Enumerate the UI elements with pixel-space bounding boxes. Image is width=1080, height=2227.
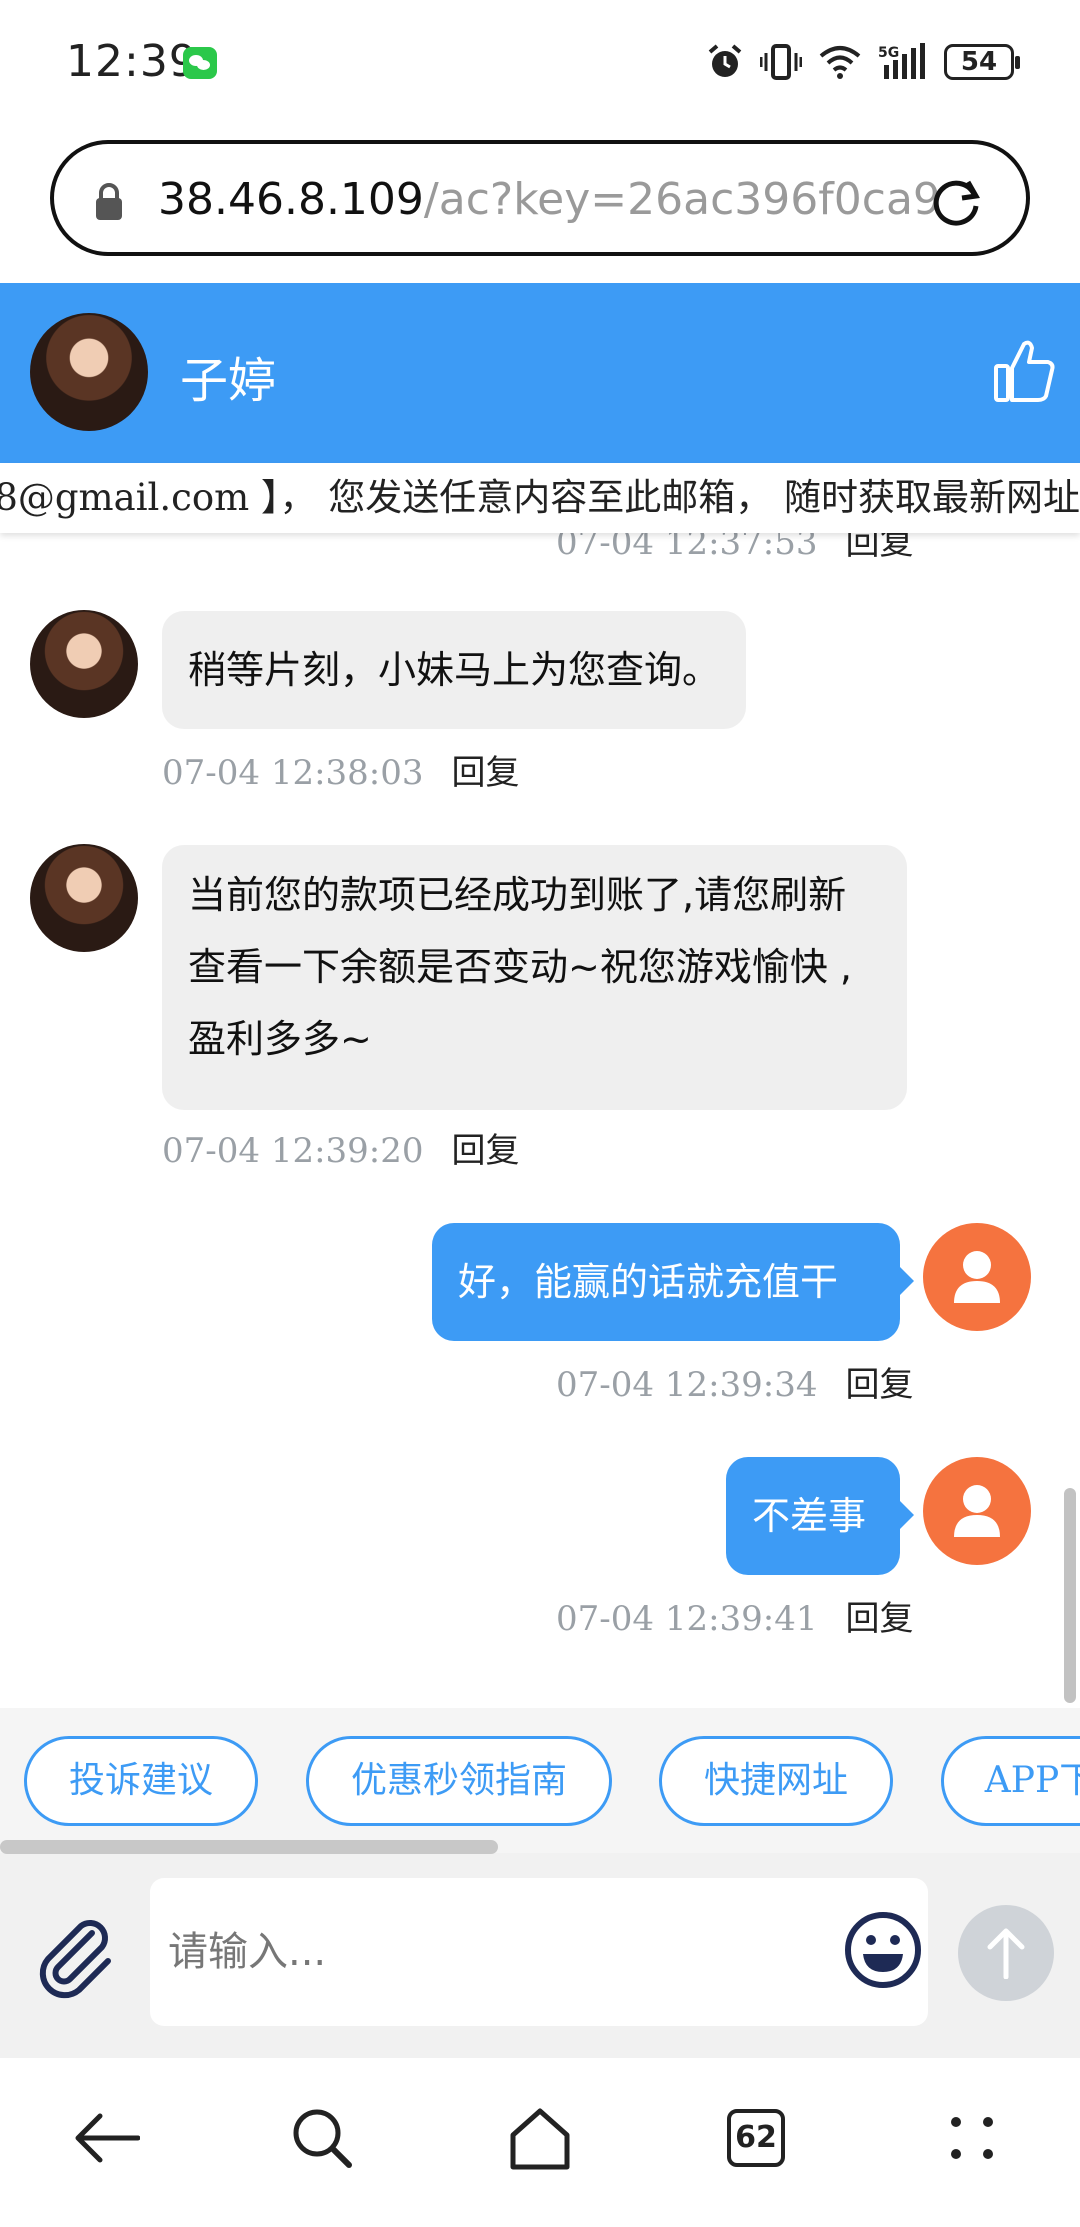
status-bar: 12:39 5G 54: [0, 0, 1080, 125]
agent-avatar: [30, 313, 148, 431]
vibrate-icon: [760, 44, 802, 80]
message-time: 07-04 12:39:20: [162, 1131, 424, 1171]
menu-button[interactable]: [932, 2098, 1012, 2178]
status-icons: 5G 54: [706, 38, 1020, 86]
user-message-bubble: 好，能赢的话就充值干: [432, 1223, 914, 1341]
url-path: /ac?key=26ac396f0ca9: [423, 174, 938, 225]
address-bar[interactable]: 38.46.8.109/ac?key=26ac396f0ca9: [50, 140, 1030, 256]
user-avatar: [923, 1223, 1031, 1331]
tabs-button[interactable]: 62: [716, 2098, 796, 2178]
quick-reply-app-download[interactable]: APP下载: [941, 1736, 1080, 1826]
emoji-icon[interactable]: [843, 1910, 923, 1990]
agent-avatar: [30, 844, 138, 952]
svg-text:5G: 5G: [878, 45, 899, 61]
message-list[interactable]: 07-04 12:37:53 回复 稍等片刻，小妹马上为您查询。 07-04 12…: [0, 533, 1080, 1708]
search-icon: [293, 2109, 352, 2168]
reply-link[interactable]: 回复: [846, 1599, 914, 1639]
home-icon: [510, 2108, 570, 2170]
user-message-bubble: 不差事: [726, 1457, 914, 1575]
wifi-icon: [819, 46, 861, 79]
wechat-notification-icon: [183, 47, 217, 79]
message-scrollbar[interactable]: [1064, 1488, 1076, 1703]
message-input[interactable]: [150, 1878, 928, 2026]
send-button[interactable]: [958, 1905, 1054, 2001]
browser-nav-bar: 62: [0, 2058, 1080, 2227]
quick-reply-bar[interactable]: 投诉建议 优惠秒领指南 快捷网址 APP下载: [0, 1708, 1080, 1853]
reply-link[interactable]: 回复: [846, 533, 914, 563]
message-meta: 07-04 12:37:53 回复: [556, 533, 914, 564]
message-time: 07-04 12:39:41: [556, 1599, 818, 1639]
message-meta: 07-04 12:39:41 回复: [556, 1591, 914, 1640]
message-time: 07-04 12:37:53: [556, 533, 818, 563]
quick-reply-quick-links[interactable]: 快捷网址: [659, 1736, 893, 1826]
thumbs-up-icon[interactable]: [994, 338, 1056, 404]
message-meta: 07-04 12:38:03 回复: [162, 745, 520, 794]
menu-dots-icon: [951, 2117, 993, 2159]
composer-bar: [0, 1853, 1080, 2058]
alarm-icon: [708, 44, 742, 77]
reply-link[interactable]: 回复: [452, 753, 520, 793]
user-icon: [954, 1251, 1000, 1303]
notice-text: 288@gmail.com 】， 您发送任意内容至此邮箱， 随时获取最新网址: [0, 476, 1080, 519]
message-time: 07-04 12:38:03: [162, 753, 424, 793]
lock-icon: [96, 183, 122, 220]
battery-icon: 54: [944, 44, 1020, 80]
search-button[interactable]: [282, 2098, 362, 2178]
agent-avatar: [30, 610, 138, 718]
url-host: 38.46.8.109: [158, 174, 424, 225]
reply-link[interactable]: 回复: [846, 1365, 914, 1405]
chat-header: 子婷: [0, 283, 1080, 463]
quick-reply-promo-guide[interactable]: 优惠秒领指南: [306, 1736, 612, 1826]
back-arrow-icon: [75, 2113, 140, 2163]
message-meta: 07-04 12:39:34 回复: [556, 1357, 914, 1406]
back-button[interactable]: [67, 2098, 147, 2178]
agent-message-bubble: 当前您的款项已经成功到账了,请您刷新查看一下余额是否变动~祝您游戏愉快 , 盈利…: [162, 845, 907, 1110]
quick-reply-complaint[interactable]: 投诉建议: [24, 1736, 258, 1826]
notice-marquee: 288@gmail.com 】， 您发送任意内容至此邮箱， 随时获取最新网址: [0, 463, 1080, 533]
message-time: 07-04 12:39:34: [556, 1365, 818, 1405]
reply-link[interactable]: 回复: [452, 1131, 520, 1171]
message-meta: 07-04 12:39:20 回复: [162, 1123, 520, 1172]
quick-reply-scrollbar[interactable]: [0, 1840, 498, 1854]
paperclip-icon[interactable]: [32, 1913, 118, 1999]
status-time: 12:39: [66, 36, 198, 87]
signal-5g-icon: 5G: [878, 43, 925, 79]
tab-count: 62: [727, 2109, 785, 2167]
home-button[interactable]: [500, 2098, 580, 2178]
reload-icon[interactable]: [928, 174, 984, 230]
arrow-up-icon: [987, 1928, 1025, 1979]
user-icon: [954, 1485, 1000, 1537]
user-avatar: [923, 1457, 1031, 1565]
agent-message-bubble: 稍等片刻，小妹马上为您查询。: [162, 611, 747, 729]
url-text[interactable]: 38.46.8.109/ac?key=26ac396f0ca9: [158, 170, 938, 230]
agent-name: 子婷: [180, 353, 277, 409]
